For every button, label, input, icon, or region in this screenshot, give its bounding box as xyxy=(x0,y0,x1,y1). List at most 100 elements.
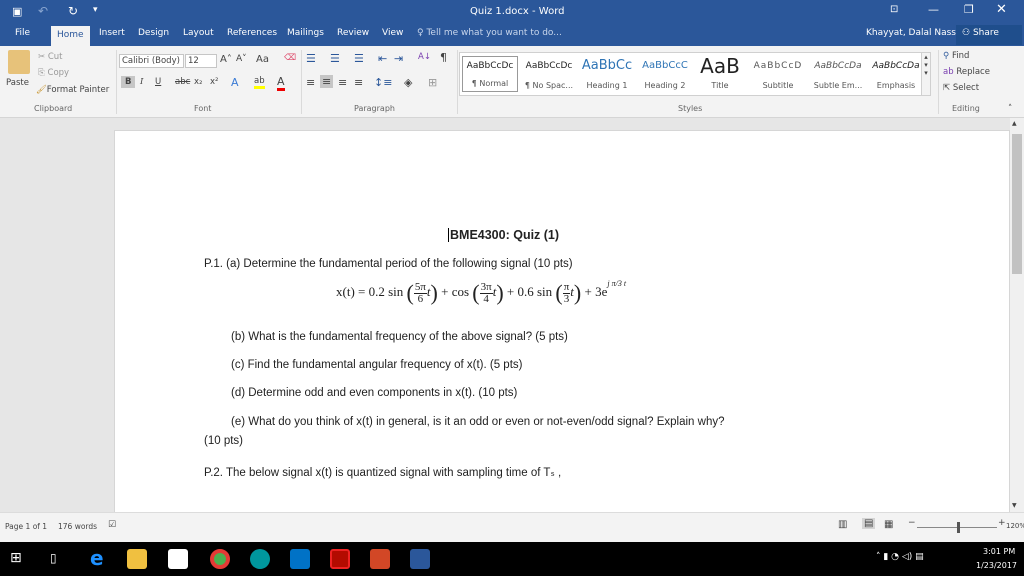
save-icon[interactable]: ▣ xyxy=(12,5,22,18)
style-heading-1[interactable]: AaBbCc Heading 1 xyxy=(578,57,636,90)
tab-home[interactable]: Home xyxy=(51,26,90,46)
superscript-button[interactable]: x² xyxy=(210,77,218,87)
proofing-icon[interactable]: ☑ xyxy=(108,520,116,530)
clock-time[interactable]: 3:01 PM xyxy=(983,547,1015,556)
page-count[interactable]: Page 1 of 1 xyxy=(5,522,47,531)
select-button[interactable]: ⇱ Select xyxy=(943,83,979,93)
tab-layout[interactable]: Layout xyxy=(183,28,214,38)
file-explorer-icon[interactable] xyxy=(127,549,147,569)
style-normal[interactable]: AaBbCcDc ¶ Normal xyxy=(462,56,518,92)
clear-formatting-icon[interactable]: ⌫ xyxy=(284,53,296,63)
powerpoint-icon[interactable] xyxy=(370,549,390,569)
tell-me-search[interactable]: ♀ Tell me what you want to do... xyxy=(417,28,562,38)
bold-button[interactable]: B xyxy=(121,76,136,88)
shading-icon[interactable]: ◈ xyxy=(404,76,412,89)
increase-indent-icon[interactable]: ⇥ xyxy=(394,52,403,65)
chrome-icon[interactable] xyxy=(210,549,230,569)
style-subtitle[interactable]: AaBbCcD Subtitle xyxy=(748,57,808,90)
problem-1d: (d) Determine odd and even components in… xyxy=(231,387,518,399)
tab-design[interactable]: Design xyxy=(138,28,169,38)
decrease-indent-icon[interactable]: ⇤ xyxy=(378,52,387,65)
arduino-icon[interactable] xyxy=(250,549,270,569)
sort-icon[interactable]: A↓ xyxy=(418,52,431,62)
style-emphasis[interactable]: AaBbCcDa Emphasis xyxy=(866,57,926,90)
scroll-up-icon[interactable]: ▲ xyxy=(1012,120,1017,127)
strikethrough-button[interactable]: abc xyxy=(175,77,190,87)
share-button[interactable]: ⚇ Share xyxy=(956,25,1022,45)
close-icon[interactable]: ✕ xyxy=(996,2,1007,17)
tab-references[interactable]: References xyxy=(227,28,277,38)
tray-icons[interactable]: ˄ ▮ ◔ ◁) ▤ xyxy=(876,552,924,562)
justify-icon[interactable]: ≡ xyxy=(354,76,363,89)
windows-start-icon[interactable]: ⊞ xyxy=(10,550,22,566)
document-page[interactable]: BME4300: Quiz (1) P.1. (a) Determine the… xyxy=(114,130,1010,512)
align-left-icon[interactable]: ≡ xyxy=(306,76,315,89)
paste-icon[interactable] xyxy=(8,50,30,74)
scrollbar-thumb[interactable] xyxy=(1012,134,1022,274)
italic-button[interactable]: I xyxy=(140,77,143,87)
web-layout-icon[interactable]: ▦ xyxy=(884,519,893,530)
acrobat-icon[interactable] xyxy=(330,549,350,569)
grow-font-button[interactable]: A˄ xyxy=(220,54,232,65)
borders-icon[interactable]: ⊞ xyxy=(428,76,437,89)
zoom-in-icon[interactable]: + xyxy=(998,518,1006,528)
customize-qat-icon[interactable]: ▾ xyxy=(93,5,98,15)
ribbon-display-icon[interactable]: ⊡ xyxy=(890,4,898,15)
title-bar: ▣ ↶ ↻ ▾ Quiz 1.docx - Word ⊡ — ❐ ✕ xyxy=(0,0,1024,24)
style-subtle-emphasis[interactable]: AaBbCcDa Subtle Em... xyxy=(808,57,868,90)
font-size-select[interactable]: 12 xyxy=(185,54,217,68)
tab-insert[interactable]: Insert xyxy=(99,28,125,38)
edge-icon[interactable]: e xyxy=(90,546,104,570)
cut-button[interactable]: ✂ Cut xyxy=(38,52,62,62)
style-name: Subtitle xyxy=(762,81,794,90)
ribbon-tabs: File Home Insert Design Layout Reference… xyxy=(0,24,1024,46)
bullets-icon[interactable]: ☰ xyxy=(306,52,316,65)
change-case-button[interactable]: Aa xyxy=(256,54,269,65)
tab-mailings[interactable]: Mailings xyxy=(287,28,324,38)
format-painter-button[interactable]: 🖌Format Painter xyxy=(36,85,109,95)
underline-button[interactable]: U xyxy=(155,77,161,87)
copy-button[interactable]: ⎘ Copy xyxy=(38,68,69,78)
subscript-button[interactable]: x₂ xyxy=(194,77,202,87)
read-mode-icon[interactable]: ▥ xyxy=(838,519,847,530)
collapse-ribbon-icon[interactable]: ˄ xyxy=(1008,104,1012,114)
undo-icon[interactable]: ↶ xyxy=(38,4,48,18)
tab-view[interactable]: View xyxy=(382,28,403,38)
font-name-select[interactable]: Calibri (Body) xyxy=(119,54,184,68)
store-icon[interactable] xyxy=(168,549,188,569)
numbering-icon[interactable]: ☰ xyxy=(330,52,340,65)
minimize-icon[interactable]: — xyxy=(928,3,939,16)
print-layout-icon[interactable]: ▤ xyxy=(862,518,876,529)
tab-review[interactable]: Review xyxy=(337,28,369,38)
highlight-icon[interactable]: ab xyxy=(254,76,265,89)
redo-icon[interactable]: ↻ xyxy=(68,4,78,18)
find-button[interactable]: ⚲ Find xyxy=(943,51,969,61)
paste-button[interactable]: Paste xyxy=(6,78,29,88)
vertical-scrollbar[interactable]: ▲ ▼ xyxy=(1010,118,1024,512)
word-icon[interactable] xyxy=(410,549,430,569)
word-count[interactable]: 176 words xyxy=(58,522,97,531)
style-heading-2[interactable]: AaBbCcC Heading 2 xyxy=(636,57,694,90)
zoom-out-icon[interactable]: − xyxy=(908,518,916,528)
line-spacing-icon[interactable]: ↕≡ xyxy=(374,76,392,89)
style-title[interactable]: AaB Title xyxy=(694,56,746,90)
task-view-icon[interactable]: ▯ xyxy=(50,551,57,565)
outlook-icon[interactable] xyxy=(290,549,310,569)
tab-file[interactable]: File xyxy=(15,28,30,38)
show-formatting-button[interactable]: ¶ xyxy=(440,51,447,64)
font-color-icon[interactable]: A xyxy=(277,75,285,91)
align-center-icon[interactable]: ≡ xyxy=(320,75,334,88)
styles-scroll-icon[interactable]: ▴ ▾ ▾ xyxy=(921,52,931,96)
maximize-icon[interactable]: ❐ xyxy=(964,3,974,16)
multilevel-list-icon[interactable]: ☰ xyxy=(354,52,364,65)
zoom-level[interactable]: 120% xyxy=(1006,522,1024,530)
text-effects-icon[interactable]: A xyxy=(231,76,239,89)
scroll-down-icon[interactable]: ▼ xyxy=(1012,502,1017,509)
align-right-icon[interactable]: ≡ xyxy=(338,76,347,89)
replace-button[interactable]: ab Replace xyxy=(943,67,990,77)
shrink-font-button[interactable]: A˅ xyxy=(236,54,247,64)
clock-date[interactable]: 1/23/2017 xyxy=(976,561,1017,570)
style-no-spacing[interactable]: AaBbCcDc ¶ No Spac... xyxy=(520,57,578,90)
window-title: Quiz 1.docx - Word xyxy=(470,6,565,17)
zoom-slider-thumb[interactable] xyxy=(957,522,960,533)
